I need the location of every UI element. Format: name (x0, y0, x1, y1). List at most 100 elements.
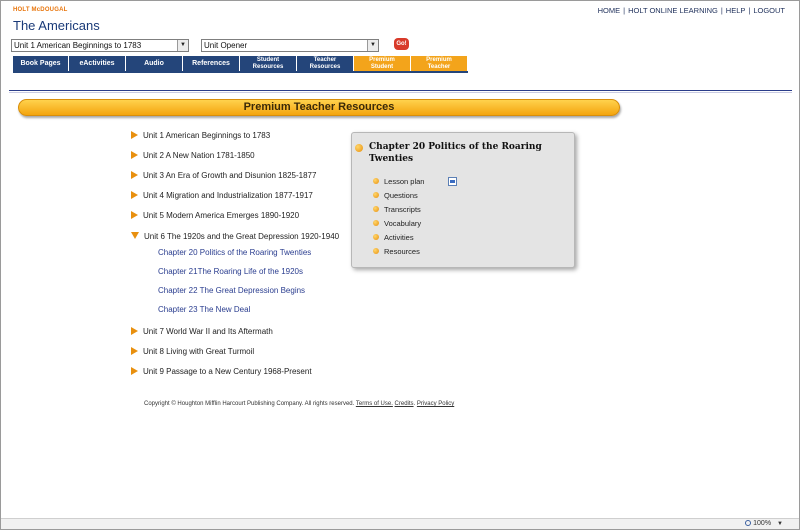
chevron-down-icon: ▼ (177, 40, 188, 51)
unit-item[interactable]: Unit 4 Migration and Industrialization 1… (131, 190, 313, 200)
link-divider: | (748, 6, 751, 15)
panel-item-label: Transcripts (384, 205, 421, 214)
questions-link[interactable]: Questions (373, 191, 418, 200)
browser-status-bar: 100% ▼ (1, 518, 799, 529)
unit-item[interactable]: Unit 8 Living with Great Turmoil (131, 346, 255, 356)
unit-item[interactable]: Unit 1 American Beginnings to 1783 (131, 130, 271, 140)
expand-arrow-icon (131, 130, 138, 139)
resources-link[interactable]: Resources (373, 247, 420, 256)
panel-item-label: Activities (384, 233, 414, 242)
tab-premium-teacher[interactable]: Premium Teacher (411, 56, 468, 71)
privacy-policy-link[interactable]: Privacy Policy (417, 401, 454, 407)
terms-of-use-link[interactable]: Terms of Use. (356, 401, 393, 407)
bullet-icon (373, 192, 379, 199)
unit-label: Unit 2 A New Nation 1781-1850 (143, 151, 255, 160)
bullet-icon (373, 234, 379, 241)
chapter-link[interactable]: Chapter 23 The New Deal (158, 305, 250, 314)
bullet-icon (373, 206, 379, 213)
chapter-link[interactable]: Chapter 20 Politics of the Roaring Twent… (158, 248, 311, 257)
unit-label: Unit 4 Migration and Industrialization 1… (143, 191, 313, 200)
tab-references[interactable]: References (183, 56, 240, 71)
unit-item[interactable]: Unit 5 Modern America Emerges 1890-1920 (131, 210, 300, 220)
link-divider: | (623, 6, 626, 15)
orange-bullet-icon (355, 144, 363, 152)
unit-label: Unit 3 An Era of Growth and Disunion 182… (143, 171, 317, 180)
copyright-footer: Copyright © Houghton Mifflin Harcourt Pu… (144, 401, 454, 407)
tab-book-pages[interactable]: Book Pages (13, 56, 69, 71)
page-title: The Americans (13, 18, 100, 33)
expand-arrow-icon (131, 150, 138, 159)
vocabulary-link[interactable]: Vocabulary (373, 219, 421, 228)
unit-label: Unit 8 Living with Great Turmoil (143, 347, 255, 356)
tab-label-line: Teacher (427, 64, 451, 70)
transcripts-link[interactable]: Transcripts (373, 205, 421, 214)
tab-label-line: Student (256, 57, 280, 63)
chevron-down-icon: ▼ (367, 40, 378, 51)
tab-premium-student[interactable]: Premium Student (354, 56, 411, 71)
activities-link[interactable]: Activities (373, 233, 414, 242)
bullet-icon (373, 248, 379, 255)
unit-label: Unit 9 Passage to a New Century 1968-Pre… (143, 367, 312, 376)
expand-arrow-icon (131, 190, 138, 199)
unit-item[interactable]: Unit 9 Passage to a New Century 1968-Pre… (131, 366, 312, 376)
publisher-logo: HOLT McDOUGAL (13, 7, 68, 13)
panel-item-label: Resources (384, 247, 420, 256)
tab-label-line: Student (370, 64, 394, 70)
bullet-icon (373, 220, 379, 227)
copyright-text: Copyright © Houghton Mifflin Harcourt Pu… (144, 401, 355, 407)
top-nav-links: HOME | HOLT ONLINE LEARNING | HELP | LOGOUT (598, 6, 785, 15)
expand-arrow-icon (131, 170, 138, 179)
unit-item[interactable]: Unit 3 An Era of Growth and Disunion 182… (131, 170, 317, 180)
expand-arrow-icon (131, 326, 138, 335)
holt-online-learning-link[interactable]: HOLT ONLINE LEARNING (628, 6, 718, 15)
zoom-level: 100% (753, 520, 772, 527)
chapter-link[interactable]: Chapter 22 The Great Depression Begins (158, 286, 305, 295)
browser-frame: HOLT McDOUGAL The Americans HOME | HOLT ON… (0, 0, 800, 530)
unit-select[interactable]: Unit 1 American Beginnings to 1783 ▼ (11, 39, 189, 52)
unit-label: Unit 5 Modern America Emerges 1890-1920 (143, 211, 300, 220)
tab-audio[interactable]: Audio (126, 56, 183, 71)
header-divider (9, 92, 792, 93)
tab-eactivities[interactable]: eActivities (69, 56, 126, 71)
unit-select-value: Unit 1 American Beginnings to 1783 (14, 41, 142, 50)
unit-item[interactable]: Unit 2 A New Nation 1781-1850 (131, 150, 255, 160)
separator-dot: . (413, 401, 416, 407)
section-select[interactable]: Unit Opener ▼ (201, 39, 379, 52)
section-banner: Premium Teacher Resources (18, 99, 620, 116)
unit-label: Unit 1 American Beginnings to 1783 (143, 131, 271, 140)
tab-label-line: Resources (252, 64, 284, 70)
unit-item[interactable]: Unit 7 World War II and Its Aftermath (131, 326, 273, 336)
word-document-icon[interactable] (448, 177, 457, 186)
help-link[interactable]: HELP (726, 6, 746, 15)
panel-item-label: Questions (384, 191, 418, 200)
panel-title: Chapter 20 Politics of the Roaring Twent… (369, 142, 542, 164)
chapter-link[interactable]: Chapter 21The Roaring Life of the 1920s (158, 267, 303, 276)
panel-item-label: Vocabulary (384, 219, 422, 228)
unit-label: Unit 6 The 1920s and the Great Depressio… (144, 232, 340, 241)
zoom-control[interactable]: 100% ▼ (745, 520, 783, 527)
logout-link[interactable]: LOGOUT (753, 6, 785, 15)
link-divider: | (720, 6, 723, 15)
header-divider (9, 90, 792, 91)
tab-bar-underline (13, 71, 468, 73)
panel-item-label: Lesson plan (384, 177, 425, 186)
home-link[interactable]: HOME (598, 6, 621, 15)
tab-label-line: Premium (426, 57, 452, 63)
expand-arrow-icon (131, 366, 138, 375)
expand-arrow-icon (131, 210, 138, 219)
tab-teacher-resources[interactable]: Teacher Resources (297, 56, 354, 71)
section-select-value: Unit Opener (204, 41, 248, 50)
tab-label-line: Teacher (313, 57, 337, 63)
credits-link[interactable]: Credits (395, 401, 414, 407)
go-button[interactable]: Go! (394, 38, 409, 50)
tab-label-line: Resources (309, 64, 341, 70)
unit-item-expanded[interactable]: Unit 6 The 1920s and the Great Depressio… (131, 232, 339, 241)
tab-student-resources[interactable]: Student Resources (240, 56, 297, 71)
tab-label-line: Premium (369, 57, 395, 63)
unit-label: Unit 7 World War II and Its Aftermath (143, 327, 273, 336)
collapse-arrow-icon (131, 232, 139, 240)
magnifier-icon (745, 520, 752, 527)
chevron-down-icon: ▼ (777, 521, 783, 527)
lesson-plan-link[interactable]: Lesson plan (373, 177, 424, 186)
chapter-resources-panel: Chapter 20 Politics of the Roaring Twent… (351, 132, 575, 268)
